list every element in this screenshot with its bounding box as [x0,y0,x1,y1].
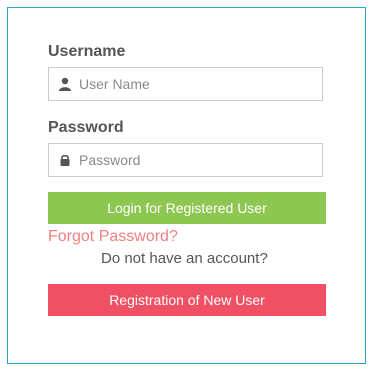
password-field[interactable] [48,143,323,177]
user-icon [59,77,71,91]
login-card: Username Password Login for Registered U… [7,7,366,364]
password-input[interactable] [79,144,319,176]
forgot-password-link[interactable]: Forgot Password? [48,228,178,246]
username-input[interactable] [79,68,319,100]
login-button[interactable]: Login for Registered User [48,192,326,224]
password-label: Password [48,119,124,136]
register-button[interactable]: Registration of New User [48,284,326,316]
no-account-text: Do not have an account? [101,250,268,267]
username-label: Username [48,43,126,60]
username-field[interactable] [48,67,323,101]
lock-icon [60,154,70,166]
